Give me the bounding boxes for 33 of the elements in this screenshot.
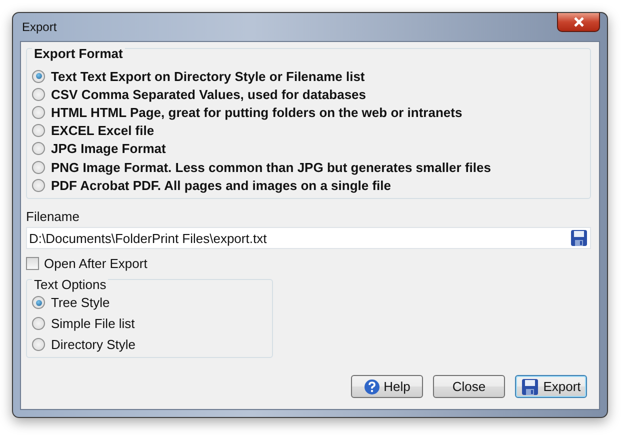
group-title: Export Format: [32, 46, 125, 61]
group-title: Text Options: [32, 277, 108, 292]
radio-button[interactable]: [32, 70, 45, 83]
help-icon: [364, 378, 380, 394]
option-label: Tree Style: [51, 295, 110, 310]
option-label: Text Text Export on Directory Style or Filename list: [51, 68, 365, 84]
radio-button[interactable]: [32, 296, 45, 310]
close-button[interactable]: Close: [433, 375, 505, 398]
close-button[interactable]: [557, 13, 600, 32]
radio-button[interactable]: [32, 88, 45, 101]
checkbox[interactable]: [26, 257, 39, 270]
radio-button[interactable]: [32, 160, 45, 174]
radio-button[interactable]: [32, 106, 45, 119]
radio-button[interactable]: [32, 338, 45, 352]
window-title: Export: [21, 20, 57, 34]
field-label: Filename: [26, 209, 80, 224]
radio-button[interactable]: [32, 142, 45, 156]
option-label: JPG Image Format: [51, 141, 166, 156]
option-label: Simple File list: [51, 316, 135, 332]
export-button[interactable]: Export: [515, 375, 587, 398]
help-button[interactable]: Help: [351, 375, 423, 398]
option-label: HTML HTML Page, great for putting folders on the web or intranets: [51, 104, 462, 120]
option-label: EXCEL Excel file: [51, 123, 154, 138]
radio-button[interactable]: [32, 124, 45, 138]
option-label: PNG Image Format. Less common than JPG but generates smaller files: [51, 160, 491, 175]
option-label: CSV Comma Separated Values, used for databases: [51, 86, 366, 102]
option-label: Directory Style: [51, 337, 136, 352]
close-icon: [572, 17, 584, 27]
radio-button[interactable]: [32, 317, 45, 330]
checkbox-label: Open After Export: [44, 256, 148, 272]
option-label: PDF Acrobat PDF. All pages and images on a single file: [51, 178, 391, 193]
filename-field[interactable]: D:\Documents\FolderPrint Files\export.txt: [26, 227, 591, 250]
radio-button[interactable]: [32, 178, 45, 192]
